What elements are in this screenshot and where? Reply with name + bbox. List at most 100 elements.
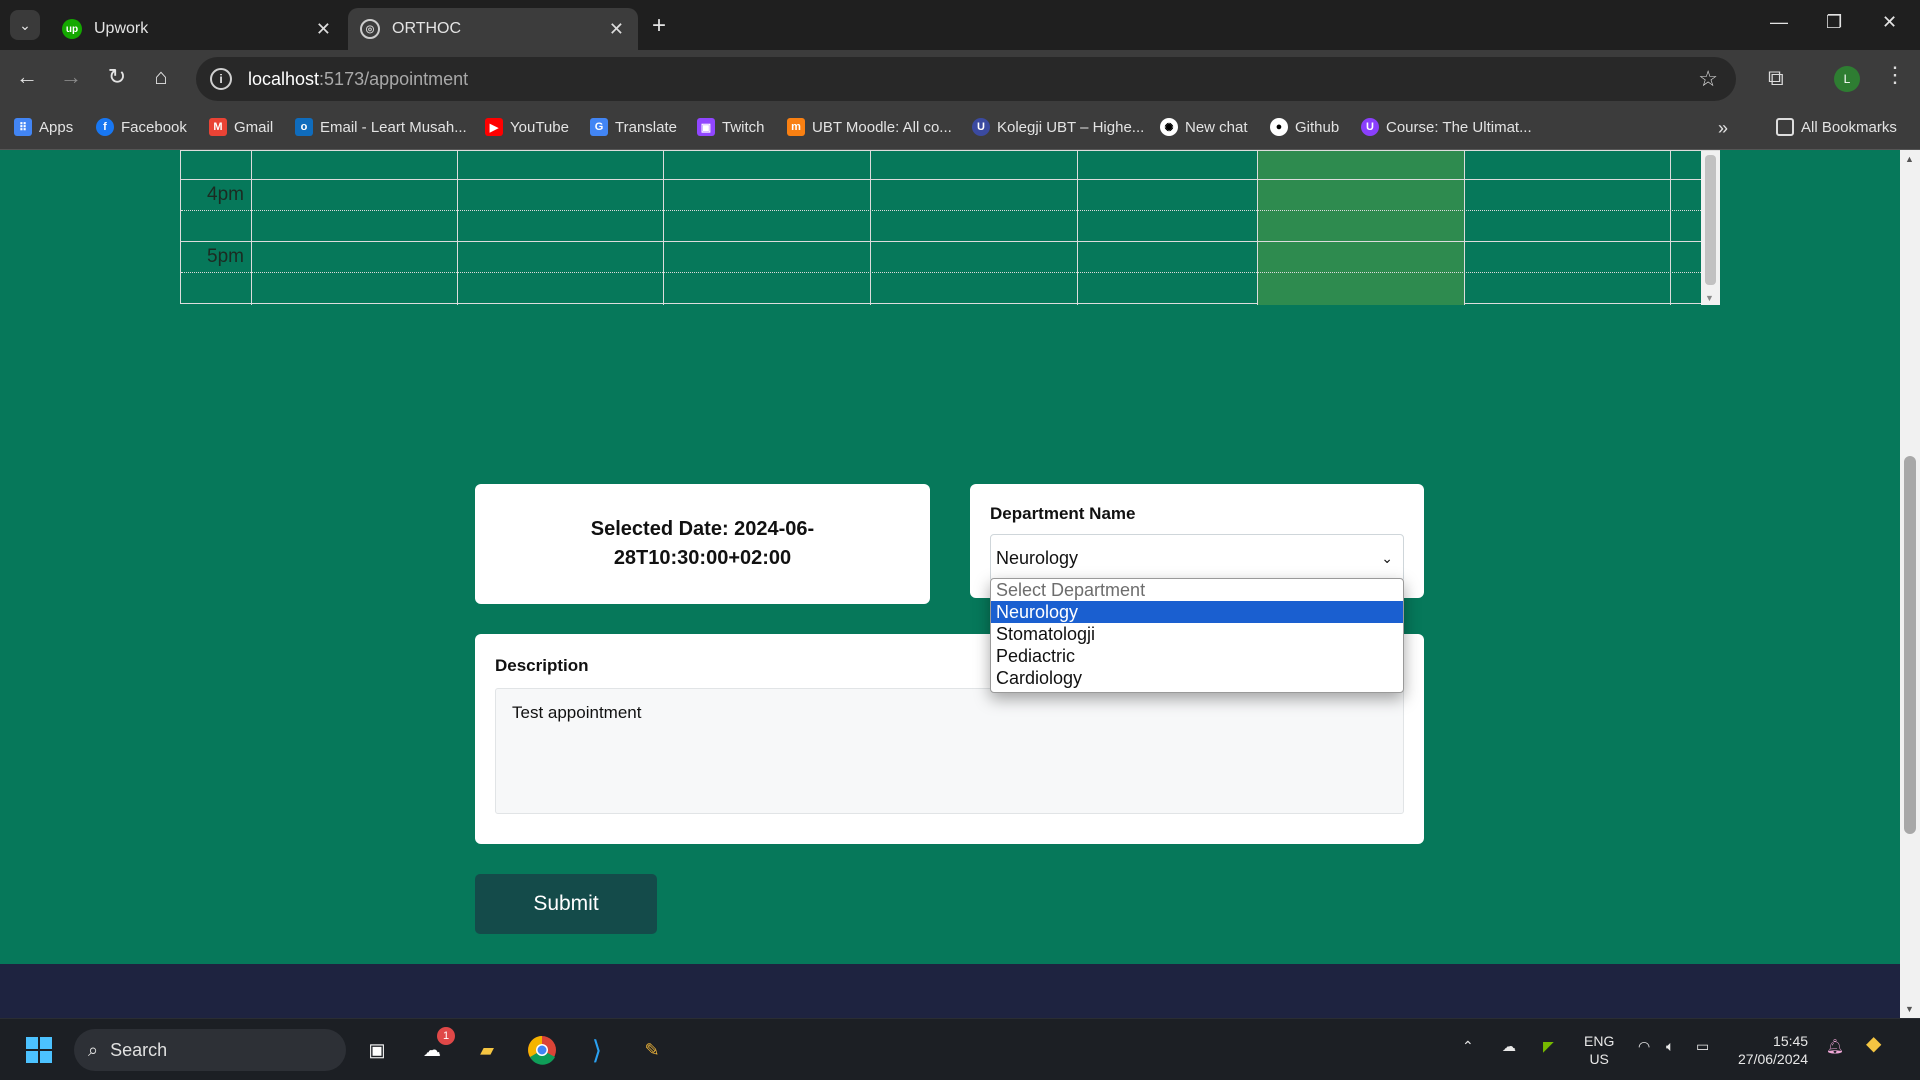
calendar-selected-column[interactable] xyxy=(1257,151,1464,305)
time-label-5pm: 5pm xyxy=(207,246,244,267)
folder-icon xyxy=(1776,118,1794,136)
scroll-down-arrow-icon[interactable]: ▼ xyxy=(1705,293,1714,303)
browser-toolbar: ← → ↻ ⌂ i localhost:5173/appointment ☆ ⧉… xyxy=(0,50,1920,108)
tab-search-button[interactable]: ⌄ xyxy=(10,10,40,40)
calendar-scrollbar-thumb[interactable] xyxy=(1705,155,1716,285)
dropdown-option-stomatologji[interactable]: Stomatologji xyxy=(991,623,1403,645)
apps-grid-icon: ⠿ xyxy=(14,118,32,136)
bookmark-translate[interactable]: G Translate xyxy=(590,118,677,136)
windows-start-icon[interactable] xyxy=(22,1033,56,1067)
bookmark-facebook[interactable]: f Facebook xyxy=(96,118,187,136)
department-select-value: Neurology xyxy=(996,547,1079,568)
tab-upwork[interactable]: up Upwork ✕ xyxy=(50,8,345,50)
address-bar[interactable]: i localhost:5173/appointment ☆ xyxy=(196,57,1736,101)
copilot-icon[interactable]: ◆ xyxy=(1866,1034,1881,1054)
tab-title: ORTHOC xyxy=(392,20,462,37)
nvidia-icon[interactable]: ◤ xyxy=(1543,1037,1554,1055)
calendar-hour-line xyxy=(181,179,1701,180)
taskbar-search[interactable]: ⌕ Search xyxy=(74,1029,346,1071)
wifi-icon[interactable]: ◠ xyxy=(1638,1037,1650,1055)
url-path: :5173/appointment xyxy=(319,68,469,89)
facebook-icon: f xyxy=(96,118,114,136)
page-scrollbar[interactable]: ▲ ▼ xyxy=(1900,150,1920,1018)
search-icon: ⌕ xyxy=(88,1039,99,1060)
back-icon[interactable]: ← xyxy=(12,64,42,90)
calendar-scrollbar[interactable]: ▼ xyxy=(1701,151,1720,305)
page-scrollbar-thumb[interactable] xyxy=(1904,456,1916,834)
reload-icon[interactable]: ↻ xyxy=(102,64,132,90)
language-indicator[interactable]: ENG US xyxy=(1584,1032,1614,1068)
upwork-icon: up xyxy=(62,19,82,39)
bookmark-course[interactable]: U Course: The Ultimat... xyxy=(1361,118,1532,136)
minimize-icon[interactable]: — xyxy=(1770,12,1788,33)
menu-kebab-icon[interactable]: ⋮ xyxy=(1884,62,1906,88)
moodle-icon: m xyxy=(787,118,805,136)
bookmark-star-icon[interactable]: ☆ xyxy=(1698,66,1718,92)
more-bookmarks-icon[interactable]: » xyxy=(1718,118,1728,139)
show-hidden-icons-icon[interactable]: ⌃ xyxy=(1462,1037,1474,1055)
browser-tab-bar: ⌄ up Upwork ✕ ◎ ORTHOC ✕ + — ❐ ✕ xyxy=(0,0,1920,50)
onedrive-icon[interactable]: ☁ xyxy=(1502,1037,1516,1055)
close-icon[interactable]: ✕ xyxy=(316,19,331,40)
home-icon[interactable]: ⌂ xyxy=(146,64,176,90)
ubt-icon: U xyxy=(972,118,990,136)
department-select[interactable]: Neurology ⌄ xyxy=(990,534,1404,582)
volume-icon[interactable]: 🔈︎ xyxy=(1666,1037,1674,1055)
task-view-icon[interactable]: ▣ xyxy=(360,1033,394,1067)
url-host: localhost xyxy=(248,68,320,89)
bookmark-github[interactable]: ● Github xyxy=(1270,118,1339,136)
calendar-half-hour-line xyxy=(181,210,1701,211)
forward-icon[interactable]: → xyxy=(56,64,86,90)
bookmark-apps[interactable]: ⠿ Apps xyxy=(14,118,73,136)
vscode-icon[interactable]: ⟩ xyxy=(580,1033,614,1067)
notifications-bell-icon[interactable]: 🔔︎ xyxy=(1826,1037,1844,1055)
selected-date-card: Selected Date: 2024-06-28T10:30:00+02:00 xyxy=(475,484,930,604)
all-bookmarks[interactable]: All Bookmarks xyxy=(1776,118,1897,136)
scroll-down-arrow-icon[interactable]: ▼ xyxy=(1905,1004,1914,1014)
bookmark-twitch[interactable]: ▣ Twitch xyxy=(697,118,765,136)
weather-widget-icon[interactable]: ☁ 1 xyxy=(415,1027,455,1067)
chevron-down-icon: ⌄ xyxy=(1381,549,1393,566)
submit-button[interactable]: Submit xyxy=(475,874,657,934)
restore-icon[interactable]: ❐ xyxy=(1826,12,1842,33)
bookmark-ubt[interactable]: U Kolegji UBT – Highe... xyxy=(972,118,1144,136)
description-textarea[interactable]: Test appointment xyxy=(495,688,1404,814)
bookmark-email[interactable]: o Email - Leart Musah... xyxy=(295,118,467,136)
close-icon[interactable]: ✕ xyxy=(609,19,624,40)
translate-icon: G xyxy=(590,118,608,136)
department-dropdown-list: Select Department Neurology Stomatologji… xyxy=(990,578,1404,693)
outlook-icon: o xyxy=(295,118,313,136)
window-close-icon[interactable]: ✕ xyxy=(1882,12,1897,33)
new-tab-button[interactable]: + xyxy=(652,12,666,40)
calendar-column-line xyxy=(1464,151,1465,305)
page-footer xyxy=(0,964,1900,1018)
calendar-column-line xyxy=(870,151,871,305)
tab-orthoc[interactable]: ◎ ORTHOC ✕ xyxy=(348,8,638,50)
profile-avatar[interactable]: L xyxy=(1834,66,1860,92)
scroll-up-arrow-icon[interactable]: ▲ xyxy=(1905,154,1914,164)
extensions-icon[interactable]: ⧉ xyxy=(1768,65,1784,91)
tab-title: Upwork xyxy=(94,20,149,37)
bookmarks-bar: ⠿ Apps f Facebook M Gmail o Email - Leart Mu… xyxy=(0,108,1920,150)
clock[interactable]: 15:45 27/06/2024 xyxy=(1738,1032,1808,1068)
bookmark-new-chat[interactable]: ✺ New chat xyxy=(1160,118,1248,136)
bookmark-moodle[interactable]: m UBT Moodle: All co... xyxy=(787,118,952,136)
dropdown-option-pediactric[interactable]: Pediactric xyxy=(991,645,1403,667)
bookmark-gmail[interactable]: M Gmail xyxy=(209,118,273,136)
taskbar-search-label: Search xyxy=(110,1039,168,1060)
bookmark-youtube[interactable]: ▶ YouTube xyxy=(485,118,569,136)
site-info-icon[interactable]: i xyxy=(210,68,232,90)
twitch-icon: ▣ xyxy=(697,118,715,136)
dropdown-option-placeholder[interactable]: Select Department xyxy=(991,579,1403,601)
app-icon[interactable]: ✎ xyxy=(635,1033,669,1067)
chatgpt-icon: ✺ xyxy=(1160,118,1178,136)
battery-icon[interactable]: ▭ xyxy=(1696,1037,1709,1055)
calendar-grid: 4pm 5pm ▼ xyxy=(180,150,1720,305)
file-explorer-icon[interactable]: ▰ xyxy=(470,1033,504,1067)
dropdown-option-cardiology[interactable]: Cardiology xyxy=(991,667,1403,689)
chrome-icon[interactable] xyxy=(525,1033,559,1067)
dropdown-option-neurology[interactable]: Neurology xyxy=(991,601,1403,623)
course-icon: U xyxy=(1361,118,1379,136)
calendar-column-line xyxy=(663,151,664,305)
page-content: 4pm 5pm ▼ Selected Date: 2024-06-28T10:3… xyxy=(0,150,1900,1018)
